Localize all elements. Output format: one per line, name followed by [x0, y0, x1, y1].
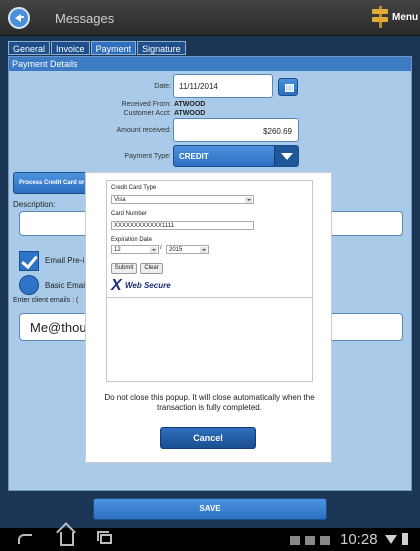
logo-x: X — [111, 277, 122, 294]
amount-label: Amount received: — [116, 127, 171, 134]
wifi-icon — [385, 535, 397, 544]
chevron-down-icon — [150, 247, 157, 253]
exp-month-value: 12 — [114, 247, 121, 253]
exp-year-select[interactable]: 2015 — [166, 245, 209, 254]
back-arrow-icon[interactable] — [8, 7, 30, 29]
received-from-value: ATWOOD — [174, 101, 206, 108]
customer-acct-label: Customer Acct: — [123, 110, 171, 117]
section-title: Payment Details — [9, 57, 411, 71]
tab-payment[interactable]: Payment — [90, 41, 137, 55]
app-window: Messages Menu General Invoice Payment Si… — [0, 0, 420, 551]
popup-notice: Do not close this popup. It will close a… — [104, 393, 315, 412]
back-icon[interactable] — [18, 534, 32, 544]
amount-field[interactable]: $260.69 — [173, 118, 299, 142]
description-label: Description: — [13, 200, 56, 209]
chevron-down-icon — [200, 247, 207, 253]
client-emails-label: Enter client emails : ( — [13, 297, 79, 304]
card-type-select[interactable]: Visa — [111, 195, 254, 204]
logo-text: Web Secure — [125, 281, 171, 290]
email-checkbox-label: Email Pre-i — [45, 256, 85, 265]
date-field[interactable]: 11/11/2014 — [173, 74, 273, 98]
chevron-down-icon — [245, 197, 252, 203]
action-bar: Messages Menu — [0, 0, 420, 36]
save-button[interactable]: SAVE — [93, 498, 327, 520]
credit-card-popup: Credit Card Type Visa Card Number XXXXXX… — [85, 172, 332, 463]
payment-type-label: Payment Type: — [124, 153, 171, 160]
card-number-label: Card Number — [111, 211, 148, 217]
system-bar: 10:28 — [0, 528, 420, 551]
chevron-down-icon[interactable] — [274, 146, 298, 166]
basic-email-radio[interactable] — [19, 275, 39, 295]
tab-general[interactable]: General — [8, 41, 51, 55]
download-icon — [320, 536, 330, 545]
expiration-label: Expiration Date — [111, 237, 153, 243]
card-type-value: Visa — [114, 197, 126, 203]
submit-button[interactable]: Submit — [111, 263, 137, 274]
home-icon[interactable] — [60, 532, 74, 546]
exp-month-select[interactable]: 12 — [111, 245, 159, 254]
customer-acct-value: ATWOOD — [174, 110, 206, 117]
clock: 10:28 — [340, 531, 378, 548]
payment-type-value: CREDIT — [179, 152, 209, 161]
cancel-button[interactable]: Cancel — [160, 427, 256, 449]
xweb-secure-logo: X Web Secure — [111, 278, 191, 294]
calendar-icon[interactable] — [278, 78, 298, 96]
tab-bar: General Invoice Payment Signature — [8, 41, 187, 55]
date-separator: / — [160, 245, 162, 251]
basic-email-label: Basic Email — [45, 281, 87, 290]
tab-invoice[interactable]: Invoice — [51, 41, 90, 55]
date-label: Date: — [154, 83, 171, 90]
sd-card-icon — [290, 536, 300, 545]
card-type-label: Credit Card Type — [111, 185, 157, 191]
menu-button[interactable]: Menu — [392, 12, 418, 23]
image-icon — [305, 536, 315, 545]
page-title: Messages — [55, 11, 115, 26]
received-from-label: Received From: — [121, 101, 171, 108]
card-number-input[interactable]: XXXXXXXXXXXX1111 — [111, 221, 254, 230]
exp-year-value: 2015 — [169, 247, 183, 253]
clear-button[interactable]: Clear — [140, 263, 163, 274]
battery-icon — [402, 533, 408, 545]
divider — [107, 297, 312, 298]
payment-frame: Credit Card Type Visa Card Number XXXXXX… — [106, 180, 313, 382]
recent-apps-icon[interactable] — [97, 531, 112, 544]
email-checkbox[interactable] — [19, 251, 39, 271]
payment-type-select[interactable]: CREDIT — [173, 145, 299, 167]
tab-signature[interactable]: Signature — [137, 41, 186, 55]
signpost-icon[interactable] — [372, 6, 388, 28]
